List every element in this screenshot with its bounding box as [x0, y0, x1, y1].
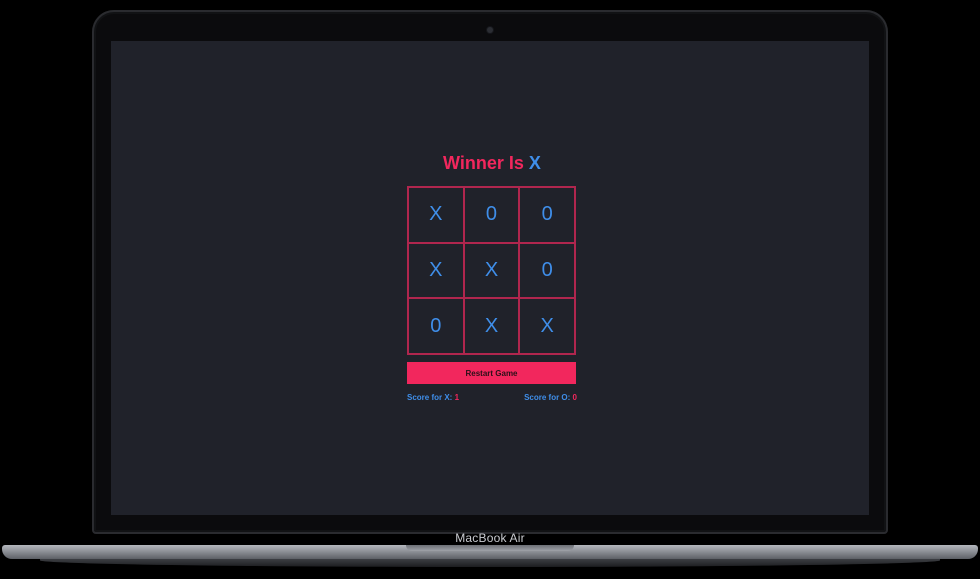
board-cell[interactable]: 0 — [463, 187, 520, 243]
laptop-base-shadow — [40, 559, 940, 567]
title-prefix: Winner Is — [443, 153, 524, 173]
board-cell[interactable]: X — [408, 187, 464, 243]
board-cell[interactable]: X — [463, 298, 520, 354]
board-cell[interactable]: 0 — [519, 242, 575, 299]
board-cell[interactable]: 0 — [408, 298, 464, 354]
laptop-mockup: Winner Is X X 0 0 X X 0 0 X X Restart Ga… — [0, 0, 980, 579]
board-cell[interactable]: X — [408, 242, 464, 299]
device-brand-label: MacBook Air — [455, 531, 525, 545]
score-o-value: 0 — [572, 393, 577, 402]
board-cell[interactable]: X — [463, 242, 520, 299]
camera-icon — [487, 27, 493, 33]
board-cell[interactable]: X — [519, 298, 575, 354]
score-o-label: Score for O: — [524, 393, 571, 402]
score-x: Score for X: 1 — [407, 393, 459, 402]
game-status-title: Winner Is X — [407, 153, 577, 174]
score-o: Score for O: 0 — [524, 393, 577, 402]
winner-mark: X — [528, 153, 541, 173]
restart-game-button[interactable]: Restart Game — [407, 362, 576, 384]
score-x-label: Score for X: — [407, 393, 453, 402]
lid-opening-notch — [406, 545, 574, 551]
game-board: X 0 0 X X 0 0 X X — [407, 186, 576, 355]
score-x-value: 1 — [454, 393, 460, 402]
board-cell[interactable]: 0 — [519, 187, 575, 243]
